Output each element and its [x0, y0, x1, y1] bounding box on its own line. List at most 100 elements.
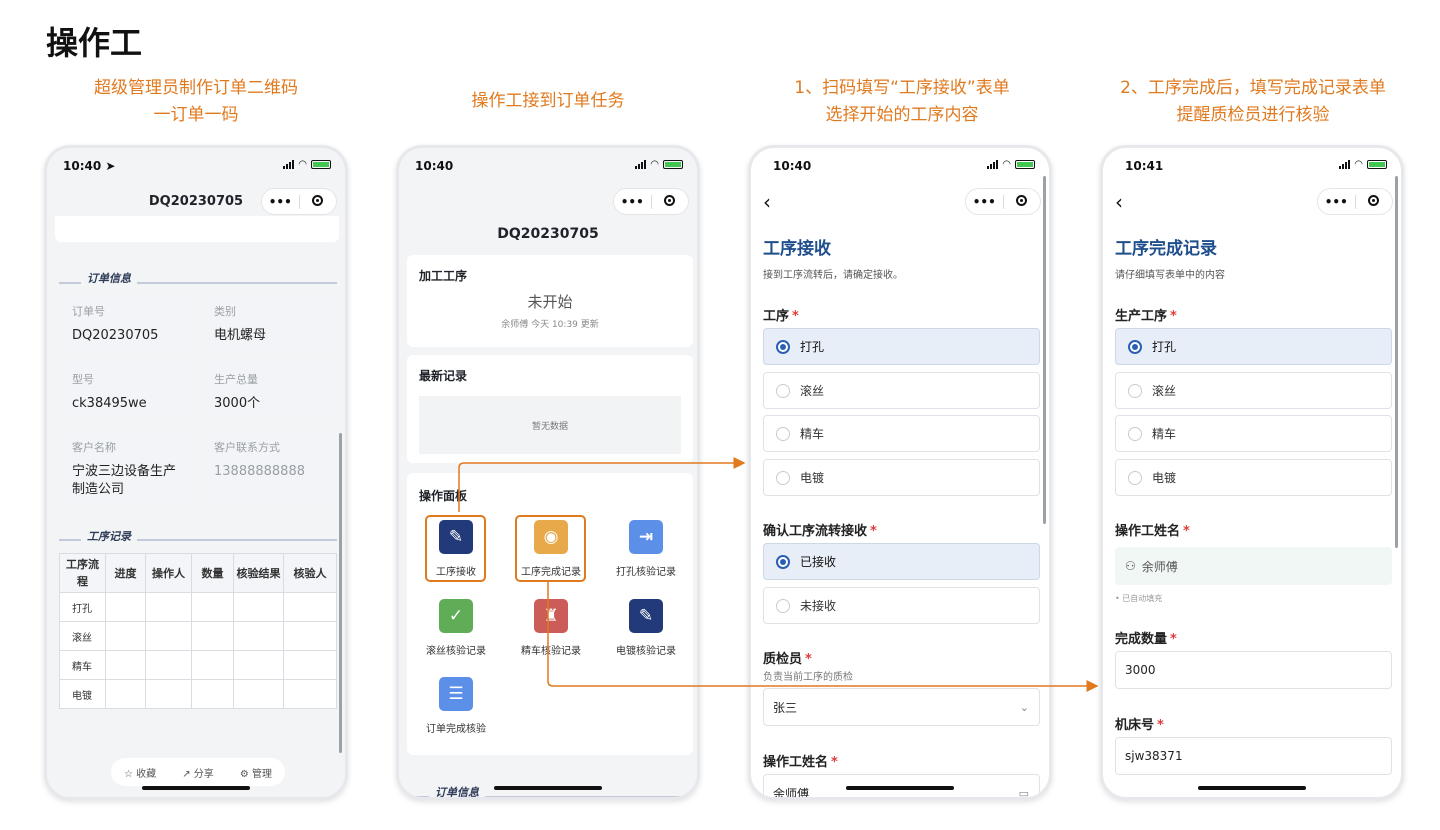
scrollbar[interactable]	[1395, 176, 1398, 548]
tile-drilling-inspection[interactable]: ⇥ 打孔核验记录	[606, 520, 686, 578]
option-received[interactable]: 已接收	[763, 543, 1040, 580]
machine-no-input[interactable]: sjw38371	[1115, 737, 1392, 775]
radio-icon	[1128, 470, 1142, 485]
mini-program-capsule[interactable]: •••	[965, 188, 1041, 215]
card-title: 操作面板	[419, 489, 468, 503]
mini-program-capsule[interactable]: •••	[261, 188, 337, 215]
signal-icon	[635, 160, 647, 169]
status-time: 10:41	[1125, 159, 1164, 173]
field-category: 类别 电机螺母	[203, 293, 336, 351]
scrollbar[interactable]	[339, 433, 342, 753]
option-rolling[interactable]: 滚丝	[1115, 372, 1392, 409]
battery-icon	[1015, 160, 1035, 169]
signal-icon	[283, 160, 295, 169]
tile-turning-inspection[interactable]: ♜ 精车核验记录	[511, 599, 591, 657]
caption-step-2: 1、扫码填写“工序接收”表单 选择开始的工序内容	[750, 75, 1054, 129]
field-order-no: 订单号 DQ20230705	[61, 293, 194, 351]
tile-plating-inspection[interactable]: ✎ 电镀核验记录	[606, 599, 686, 657]
radio-icon	[1128, 339, 1142, 354]
field-label: 生产总量	[214, 373, 258, 386]
mini-program-capsule[interactable]: •••	[613, 188, 689, 215]
field-value: 13888888888	[214, 464, 305, 479]
radio-icon	[1128, 426, 1142, 441]
more-icon[interactable]: •••	[262, 195, 299, 209]
required-mark: *	[1183, 524, 1190, 539]
status-icons: ◠	[283, 160, 331, 170]
order-number-title: DQ20230705	[497, 226, 599, 242]
table-row: 电镀	[59, 679, 337, 709]
status-icons: ◠	[635, 160, 683, 170]
home-indicator	[494, 786, 602, 790]
option-drilling[interactable]: 打孔	[763, 328, 1040, 365]
chevron-down-icon: ⌄	[1019, 700, 1029, 714]
scrollbar[interactable]	[1043, 176, 1046, 524]
radio-icon	[776, 383, 790, 398]
back-button[interactable]: ‹	[1115, 190, 1123, 214]
status-icons: ◠	[1339, 159, 1387, 170]
inspector-select[interactable]: 张三 ⌄	[763, 688, 1040, 726]
field-customer-contact: 客户联系方式 13888888888	[203, 429, 336, 505]
field-value: 电机螺母	[214, 328, 267, 343]
tile-rolling-inspection[interactable]: ✓ 滚丝核验记录	[416, 599, 496, 657]
option-plating[interactable]: 电镀	[763, 459, 1040, 496]
tile-order-complete-inspection[interactable]: ☰ 订单完成核验	[416, 677, 496, 735]
wifi-icon: ◠	[1354, 159, 1363, 170]
field-value: 宁波三边设备生产制造公司	[72, 464, 177, 497]
caption-line2: 提醒质检员进行核验	[1176, 105, 1330, 125]
radio-icon	[776, 598, 790, 613]
field-value: ck38495we	[72, 396, 147, 411]
close-mini-program-icon[interactable]	[1356, 194, 1393, 209]
option-drilling[interactable]: 打孔	[1115, 328, 1392, 365]
radio-icon	[776, 554, 790, 569]
more-icon[interactable]: •••	[614, 195, 651, 209]
close-mini-program-icon[interactable]	[300, 194, 337, 209]
phone-task-board: 10:40 ◠ ••• DQ20230705 加工工序 未开始 余师傅 今天 1…	[396, 145, 700, 800]
highlight-receive-tile	[425, 515, 486, 582]
share-button[interactable]: ↗ 分享	[182, 765, 214, 780]
manage-button[interactable]: ⚙ 管理	[240, 765, 272, 780]
option-plating[interactable]: 电镀	[1115, 459, 1392, 496]
option-not-received[interactable]: 未接收	[763, 587, 1040, 624]
empty-state: 暂无数据	[419, 396, 681, 454]
field-label: 型号	[72, 373, 94, 386]
star-icon: ☆	[124, 768, 133, 780]
required-mark: *	[870, 524, 877, 539]
share-icon: ↗	[182, 768, 191, 780]
table-header: 操作人	[145, 553, 192, 593]
required-mark: *	[792, 309, 799, 324]
status-time: 10:40	[415, 159, 454, 173]
user-icon: ⚇	[1125, 559, 1136, 573]
section-title-process-records: 工序记录	[81, 528, 137, 544]
collect-button[interactable]: ☆ 收藏	[124, 765, 156, 780]
bottom-action-bar: ☆ 收藏 ↗ 分享 ⚙ 管理	[111, 758, 285, 786]
required-mark: *	[1157, 718, 1164, 733]
inspector-hint: 负责当前工序的质检	[763, 672, 853, 683]
tile-label: 精车核验记录	[521, 646, 581, 657]
status-time: 10:40 ➤	[63, 159, 116, 173]
caption-line1: 1、扫码填写“工序接收”表单	[794, 78, 1010, 98]
field-total-qty: 生产总量 3000个	[203, 361, 336, 419]
caption-step-1: 操作工接到订单任务	[398, 88, 698, 115]
form-title: 工序完成记录	[1115, 239, 1217, 259]
caption-line1: 超级管理员制作订单二维码	[94, 78, 298, 98]
required-mark: *	[1170, 632, 1177, 647]
caption-line1: 2、工序完成后，填写完成记录表单	[1120, 78, 1386, 98]
operator-field-label: 操作工姓名 *	[1115, 524, 1190, 539]
close-mini-program-icon[interactable]	[1004, 194, 1041, 209]
field-label: 客户名称	[72, 441, 116, 454]
process-status: 未开始	[527, 293, 573, 311]
card-title: 最新记录	[419, 369, 468, 383]
table-row: 打孔	[59, 592, 337, 622]
completed-qty-input[interactable]: 3000	[1115, 651, 1392, 689]
operator-name-input[interactable]: ⚇ 余师傅	[1115, 547, 1392, 585]
option-rolling[interactable]: 滚丝	[763, 372, 1040, 409]
option-turning[interactable]: 精车	[1115, 415, 1392, 452]
option-turning[interactable]: 精车	[763, 415, 1040, 452]
highlight-complete-tile	[515, 515, 586, 582]
close-mini-program-icon[interactable]	[652, 194, 689, 209]
more-icon[interactable]: •••	[966, 195, 1003, 209]
back-button[interactable]: ‹	[763, 190, 771, 214]
mini-program-capsule[interactable]: •••	[1317, 188, 1393, 215]
inspector-field-label: 质检员 *	[763, 652, 812, 667]
more-icon[interactable]: •••	[1318, 195, 1355, 209]
